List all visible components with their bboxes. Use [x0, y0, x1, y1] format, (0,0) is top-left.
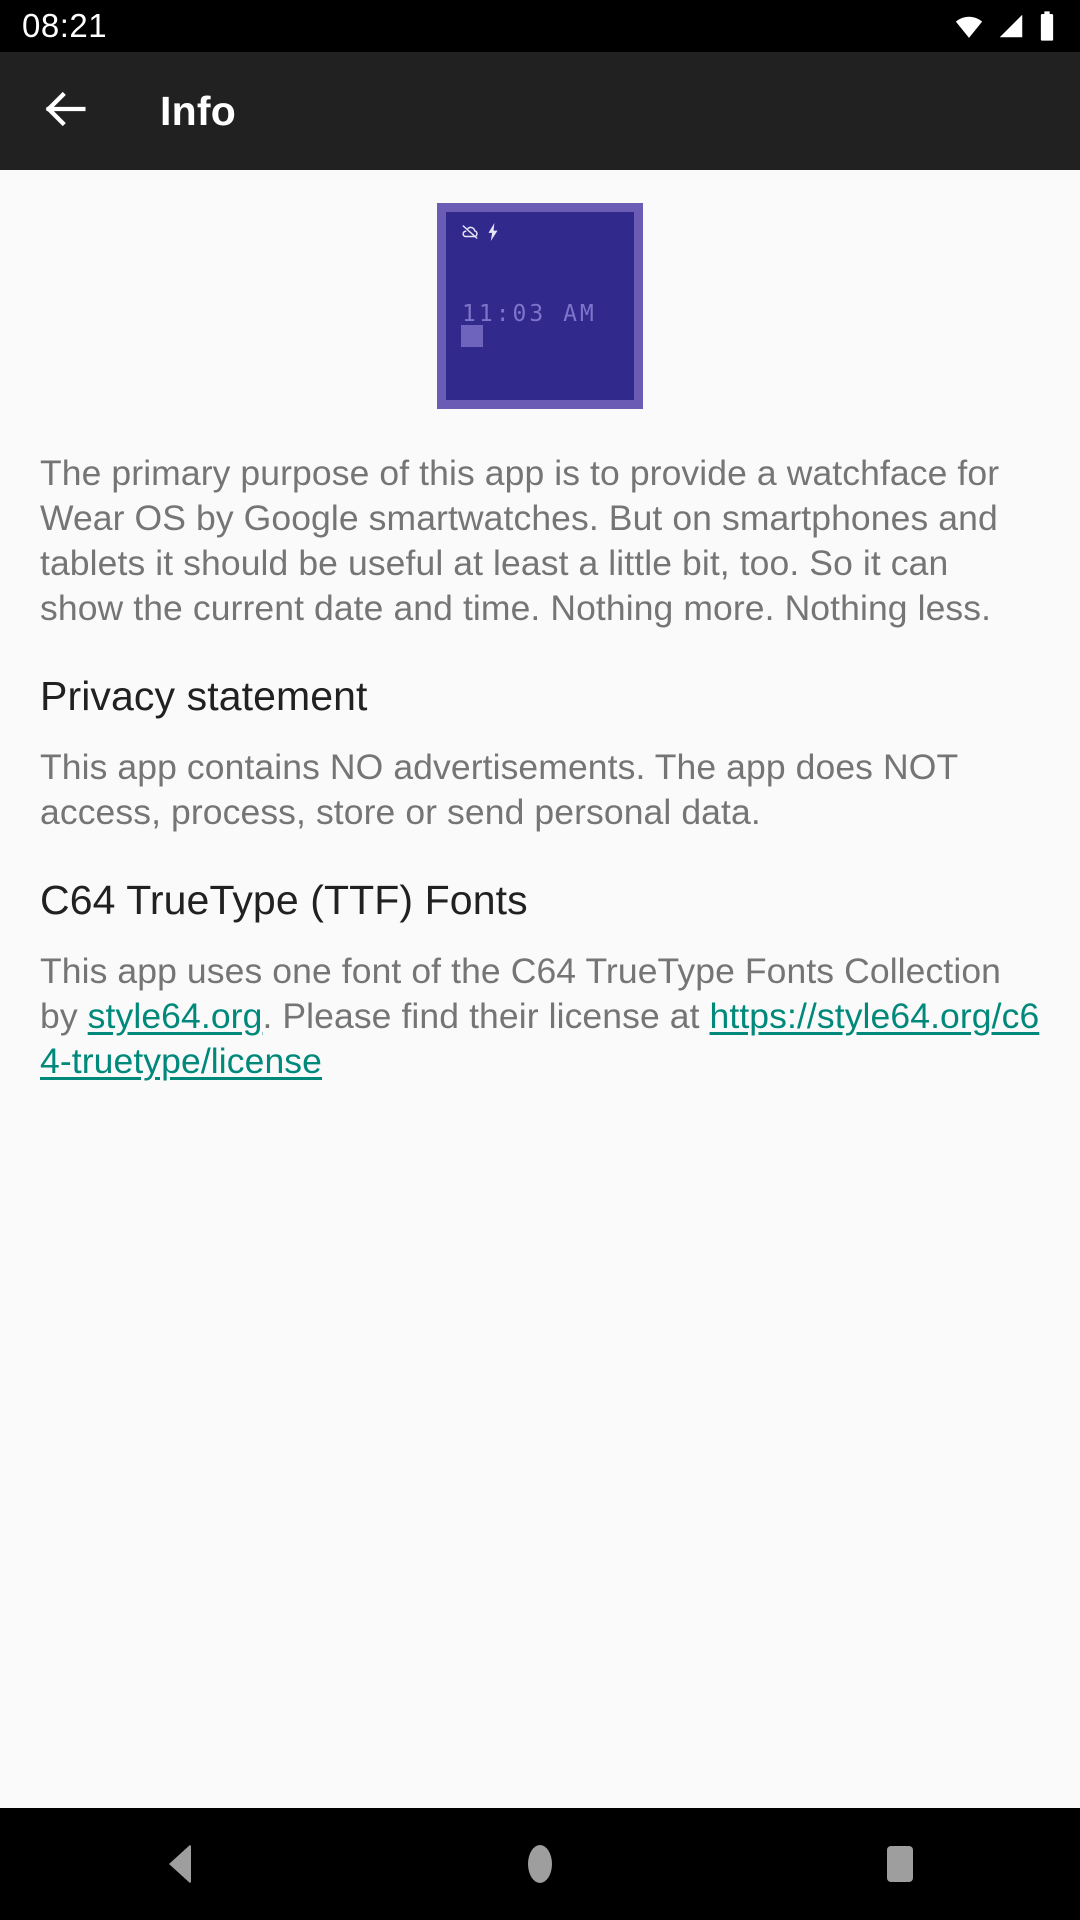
intro-paragraph: The primary purpose of this app is to pr… — [40, 453, 1000, 628]
status-bar: 08:21 — [0, 0, 1080, 52]
c64-fonts-heading: C64 TrueType (TTF) Fonts — [40, 877, 528, 923]
battery-icon — [1036, 10, 1058, 42]
cellular-signal-icon — [995, 11, 1027, 41]
bolt-icon — [486, 223, 500, 246]
privacy-statement-paragraph: This app contains NO advertisements. The… — [40, 747, 958, 832]
nav-recents-button[interactable] — [825, 1808, 975, 1920]
info-content-scroll[interactable]: 11:03 AM The primary purpose of this app… — [0, 170, 1080, 1860]
style64-link[interactable]: style64.org — [88, 996, 263, 1036]
status-bar-icons — [952, 10, 1058, 42]
watchface-preview-image: 11:03 AM — [437, 203, 643, 409]
page-title: Info — [160, 87, 236, 134]
nav-back-button[interactable] — [105, 1808, 255, 1920]
watchface-cursor-block — [461, 325, 483, 347]
watchface-preview-container: 11:03 AM — [40, 170, 1040, 409]
app-bar: Info — [0, 52, 1080, 170]
nav-home-button[interactable] — [465, 1808, 615, 1920]
watchface-time-text: 11:03 AM — [462, 301, 597, 327]
arrow-back-icon — [40, 83, 92, 140]
wifi-icon — [952, 11, 986, 41]
cloud-off-icon — [461, 223, 479, 246]
status-bar-clock: 08:21 — [22, 7, 108, 44]
circle-home-icon — [528, 1845, 552, 1883]
c64-fonts-text-part2: . Please find their license at — [262, 996, 710, 1036]
watchface-screen: 11:03 AM — [446, 212, 634, 400]
watchface-status-icons — [461, 223, 500, 246]
system-navigation-bar — [0, 1808, 1080, 1920]
privacy-statement-heading: Privacy statement — [40, 673, 368, 719]
triangle-back-icon — [169, 1844, 191, 1884]
square-recents-icon — [887, 1846, 913, 1882]
back-navigation-button[interactable] — [34, 79, 98, 143]
c64-fonts-paragraph: This app uses one font of the C64 TrueTy… — [40, 949, 1040, 1084]
